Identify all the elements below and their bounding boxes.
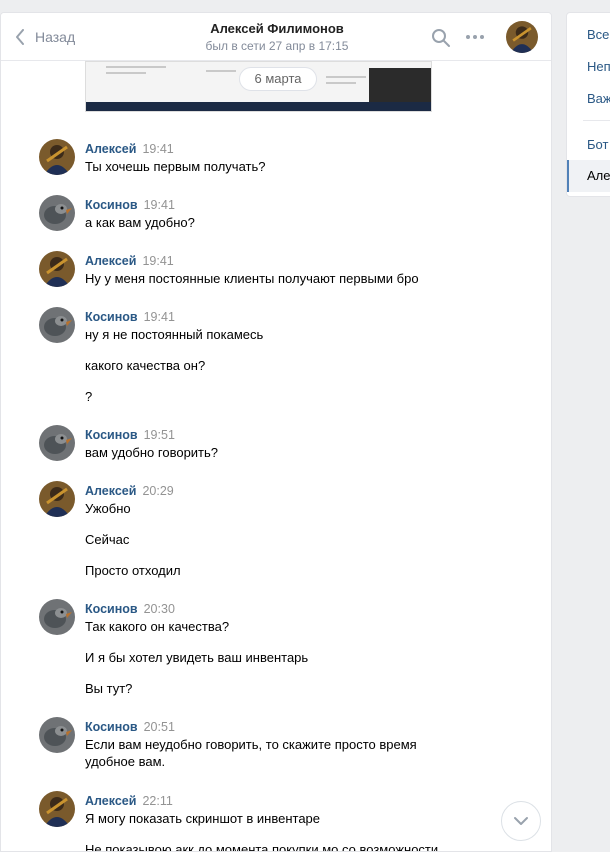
message-time[interactable]: 19:41 bbox=[144, 310, 175, 324]
avatar[interactable] bbox=[39, 425, 75, 461]
message-time[interactable]: 20:51 bbox=[144, 720, 175, 734]
author-name[interactable]: Косинов bbox=[85, 310, 138, 324]
message-text: Так какого он качества? bbox=[85, 619, 230, 634]
avatar[interactable] bbox=[39, 139, 75, 175]
message-header: Косинов 20:30 bbox=[85, 601, 175, 616]
filter-divider bbox=[583, 120, 610, 121]
chat-header: Назад Алексей Филимонов был в сети 27 ап… bbox=[1, 13, 551, 61]
message-text: Не показывою акк до момента покупки мо с… bbox=[85, 842, 439, 852]
message-text: Ужобно bbox=[85, 501, 131, 516]
author-name[interactable]: Косинов bbox=[85, 720, 138, 734]
message-text: вам удобно говорить? bbox=[85, 445, 219, 460]
dialog-filter-panel: Все Неп Важ Бот Але bbox=[566, 12, 610, 197]
author-name[interactable]: Алексей bbox=[85, 142, 136, 156]
message-text: Ты хочешь первым получать? bbox=[85, 159, 266, 174]
more-dots-icon bbox=[466, 35, 470, 39]
message-header: Косинов 19:41 bbox=[85, 309, 175, 324]
chat-panel: Назад Алексей Филимонов был в сети 27 ап… bbox=[0, 12, 552, 852]
filter-all[interactable]: Все bbox=[587, 27, 609, 42]
current-dialog-label: Але bbox=[587, 168, 610, 183]
message-time[interactable]: 22:11 bbox=[142, 794, 172, 808]
peer-avatar[interactable] bbox=[506, 21, 538, 53]
scroll-down-button[interactable] bbox=[501, 801, 541, 841]
message-text: Если вам неудобно говорить, то скажите п… bbox=[85, 737, 417, 752]
avatar[interactable] bbox=[39, 307, 75, 343]
author-name[interactable]: Косинов bbox=[85, 428, 138, 442]
author-name[interactable]: Косинов bbox=[85, 602, 138, 616]
message-text: И я бы хотел увидеть ваш инвентарь bbox=[85, 650, 309, 665]
search-button[interactable] bbox=[431, 28, 451, 51]
search-icon bbox=[432, 29, 450, 47]
message-text: какого качества он? bbox=[85, 358, 206, 373]
chevron-down-icon bbox=[514, 817, 528, 825]
filter-current-dialog[interactable]: Але bbox=[567, 160, 610, 192]
author-name[interactable]: Косинов bbox=[85, 198, 138, 212]
message-text: Просто отходил bbox=[85, 563, 181, 578]
message-header: Алексей 20:29 bbox=[85, 483, 174, 498]
message-text: удобное вам. bbox=[85, 754, 166, 769]
message-history[interactable]: 6 марта Алексей 19:41 Ты хочешь первым пол… bbox=[1, 61, 551, 852]
message-header: Алексей 22:11 bbox=[85, 793, 173, 808]
avatar[interactable] bbox=[39, 791, 75, 827]
message-time[interactable]: 19:41 bbox=[144, 198, 175, 212]
message-time[interactable]: 19:41 bbox=[142, 142, 173, 156]
message-header: Косинов 20:51 bbox=[85, 719, 175, 734]
author-name[interactable]: Алексей bbox=[85, 484, 136, 498]
date-separator: 6 марта bbox=[239, 67, 317, 91]
avatar[interactable] bbox=[39, 717, 75, 753]
author-name[interactable]: Алексей bbox=[85, 254, 136, 268]
message-text: Вы тут? bbox=[85, 681, 133, 696]
message-text: ? bbox=[85, 389, 93, 404]
avatar[interactable] bbox=[39, 251, 75, 287]
message-time[interactable]: 19:51 bbox=[144, 428, 175, 442]
message-header: Косинов 19:41 bbox=[85, 197, 175, 212]
message-time[interactable]: 20:30 bbox=[144, 602, 175, 616]
filter-important[interactable]: Важ bbox=[587, 91, 610, 106]
message-text: Ну у меня постоянные клиенты получают пе… bbox=[85, 271, 419, 286]
message-text: Я могу показать скриншот в инвентаре bbox=[85, 811, 321, 826]
message-text: Сейчас bbox=[85, 532, 130, 547]
avatar[interactable] bbox=[39, 599, 75, 635]
message-text: ну я не постоянный покамесь bbox=[85, 327, 264, 342]
filter-bots[interactable]: Бот bbox=[587, 137, 608, 152]
message-time[interactable]: 19:41 bbox=[142, 254, 173, 268]
avatar[interactable] bbox=[39, 195, 75, 231]
message-header: Алексей 19:41 bbox=[85, 253, 174, 268]
filter-unread[interactable]: Неп bbox=[587, 59, 610, 74]
author-name[interactable]: Алексей bbox=[85, 794, 136, 808]
avatar[interactable] bbox=[39, 481, 75, 517]
message-time[interactable]: 20:29 bbox=[142, 484, 173, 498]
message-text: а как вам удобно? bbox=[85, 215, 195, 230]
message-header: Косинов 19:51 bbox=[85, 427, 175, 442]
message-header: Алексей 19:41 bbox=[85, 141, 174, 156]
more-button[interactable] bbox=[466, 28, 484, 46]
